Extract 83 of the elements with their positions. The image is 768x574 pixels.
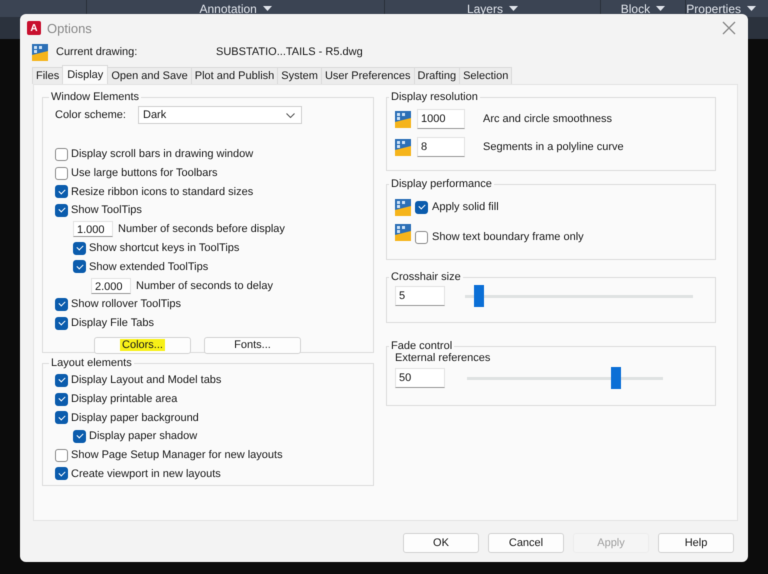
group-title: Display resolution [390, 91, 479, 103]
checkbox[interactable] [73, 260, 86, 274]
current-drawing-label: Current drawing: [56, 46, 138, 58]
button[interactable]: Cancel [488, 533, 564, 553]
field-label: Number of seconds to delay [136, 280, 273, 292]
tab[interactable]: Drafting [414, 67, 460, 84]
tab[interactable]: System [277, 67, 322, 84]
checkbox[interactable] [55, 185, 68, 198]
drawing-icon [395, 198, 411, 216]
button[interactable]: Help [658, 533, 734, 553]
tab[interactable]: Plot and Publish [190, 67, 278, 84]
input-field[interactable]: 8 [417, 137, 465, 157]
group-title: Window Elements [50, 91, 140, 103]
field-label: Segments in a polyline curve [483, 141, 624, 153]
checkbox[interactable] [55, 467, 68, 480]
checkbox[interactable] [55, 448, 68, 462]
tab[interactable]: User Preferences [320, 67, 415, 84]
checkbox[interactable] [73, 430, 86, 443]
checkbox[interactable] [73, 242, 86, 255]
checkbox[interactable] [415, 200, 428, 214]
drawing-icon [32, 44, 48, 60]
slider-track[interactable] [467, 367, 663, 389]
drawing-icon [395, 110, 411, 128]
slider-track[interactable] [465, 285, 693, 307]
checkbox-label: Display Layout and Model tabs [71, 374, 222, 386]
group-title: Crosshair size [390, 271, 462, 283]
checkbox[interactable] [55, 148, 68, 161]
input-field[interactable]: 2.000 [91, 278, 131, 294]
checkbox-label: Display scroll bars in drawing window [71, 148, 254, 160]
input-field[interactable]: 50 [395, 368, 445, 388]
slider-thumb[interactable] [610, 367, 621, 389]
slider-thumb[interactable] [474, 285, 484, 307]
tab[interactable]: Display [62, 65, 108, 84]
close-icon[interactable] [722, 21, 736, 35]
checkbox-label: Resize ribbon icons to standard sizes [71, 186, 254, 198]
field-label: Arc and circle smoothness [483, 113, 612, 125]
checkbox-label: Use large buttons for Toolbars [71, 167, 218, 180]
current-drawing-name: SUBSTATIO...TAILS - R5.dwg [216, 46, 363, 58]
checkbox-label: Show rollover ToolTips [71, 298, 182, 310]
checkbox[interactable] [55, 316, 68, 330]
field-label: Color scheme: [55, 109, 127, 121]
caret-icon [747, 6, 756, 11]
checkbox-label: Display File Tabs [71, 317, 154, 330]
checkbox-label: Apply solid fill [432, 201, 499, 213]
caret-icon [262, 6, 272, 11]
button[interactable]: Colors... [94, 336, 191, 354]
checkbox-label: Show Page Setup Manager for new layouts [71, 449, 283, 462]
app-icon: A [27, 21, 41, 35]
checkbox-label: Show extended ToolTips [89, 260, 208, 273]
checkbox-label: Show shortcut keys in ToolTips [89, 242, 240, 254]
input-field[interactable]: 1.000 [73, 221, 113, 238]
button[interactable]: OK [403, 533, 479, 553]
checkbox-label: Create viewport in new layouts [71, 468, 221, 480]
checkbox[interactable] [55, 411, 68, 424]
drawing-icon [395, 224, 411, 241]
field-label: External references [395, 352, 492, 364]
tab[interactable]: Open and Save [107, 67, 192, 84]
input-field[interactable]: 1000 [417, 109, 465, 129]
checkbox-label: Display paper shadow [89, 430, 198, 442]
checkbox[interactable] [55, 298, 68, 311]
checkbox[interactable] [55, 204, 68, 217]
checkbox-label: Display printable area [71, 393, 178, 406]
checkbox[interactable] [55, 392, 68, 406]
chevron-icon [286, 112, 295, 118]
checkbox[interactable] [55, 374, 68, 387]
group-title: Fade control [390, 340, 454, 352]
checkbox-label: Display paper background [71, 412, 199, 424]
tab[interactable]: Files [32, 67, 64, 84]
group-title: Display performance [390, 178, 493, 190]
input-field[interactable]: 5 [395, 286, 445, 306]
checkbox[interactable] [415, 230, 428, 244]
group-title: Layout elements [50, 357, 133, 369]
color-scheme-dropdown[interactable]: Dark [138, 106, 302, 124]
checkbox-label: Show text boundary frame only [432, 231, 584, 243]
field-label: Number of seconds before display [118, 223, 285, 236]
window-title: Options [47, 20, 93, 36]
drawing-icon [395, 138, 411, 156]
tab[interactable]: Selection [459, 67, 512, 84]
checkbox-label: Show ToolTips [71, 204, 142, 216]
caret-icon [656, 6, 666, 11]
checkbox[interactable] [55, 166, 68, 180]
caret-icon [508, 6, 518, 11]
button[interactable]: Fonts... [204, 336, 301, 354]
